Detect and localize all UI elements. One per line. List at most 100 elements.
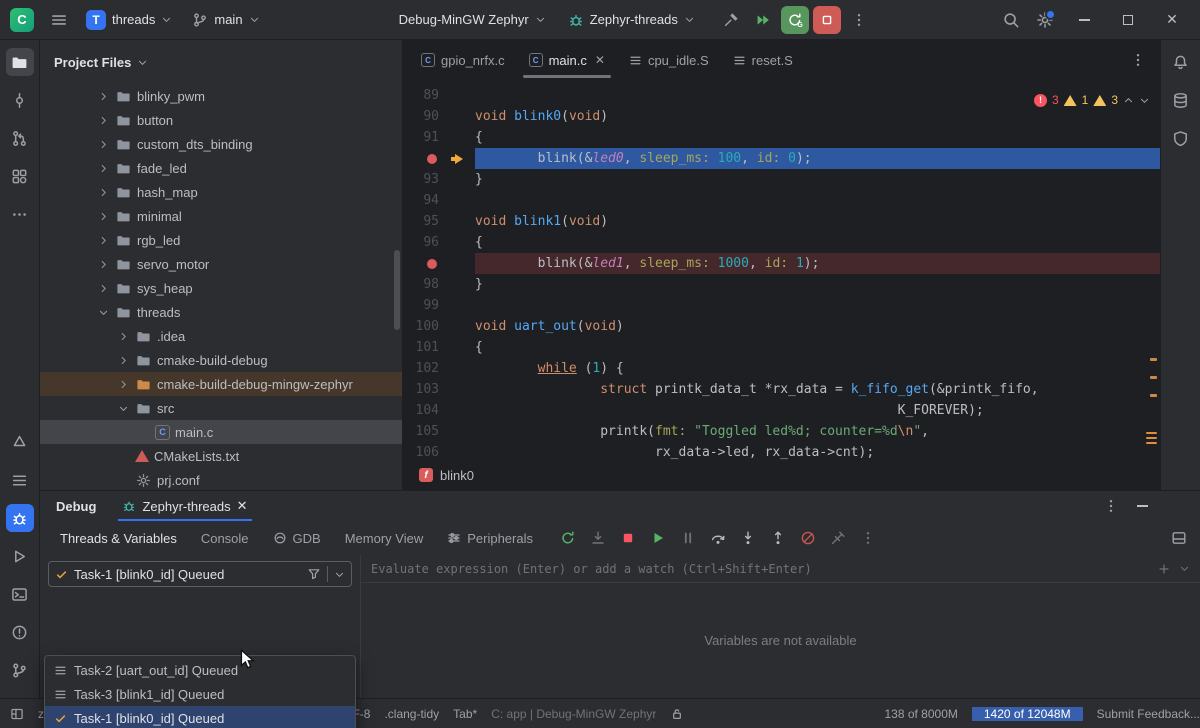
tree-item-.idea[interactable]: .idea xyxy=(40,324,402,348)
breakpoint-icon[interactable] xyxy=(427,259,437,269)
scrollbar-mark[interactable] xyxy=(1150,394,1157,397)
tree-item-threads[interactable]: threads xyxy=(40,300,402,324)
tree-item-cmake-build-debug[interactable]: cmake-build-debug xyxy=(40,348,402,372)
debug-tab-threads-variables[interactable]: Threads & Variables xyxy=(48,521,189,555)
thread-item-task-3[interactable]: Task-3 [blink1_id] Queued xyxy=(45,682,355,706)
scrollbar-mark[interactable] xyxy=(1146,437,1157,439)
tree-item-button[interactable]: button xyxy=(40,108,402,132)
scrollbar-mark[interactable] xyxy=(1146,432,1157,434)
debug-tab-peripherals[interactable]: Peripherals xyxy=(435,521,545,555)
tree-item-cmake-build-debug-mingw-zephyr[interactable]: cmake-build-debug-mingw-zephyr xyxy=(40,372,402,396)
tree-item-fade_led[interactable]: fade_led xyxy=(40,156,402,180)
project-widget[interactable]: T threads xyxy=(78,5,180,35)
pin-tool-button[interactable] xyxy=(6,428,34,456)
code-line-105[interactable]: 105 printk(fmt: "Toggled led%d; counter=… xyxy=(403,421,1160,442)
tree-item-main.c[interactable]: Cmain.c xyxy=(40,420,402,444)
ide-memory-indicator[interactable]: 138 of 8000M xyxy=(884,707,957,721)
tree-item-prj.conf[interactable]: prj.conf xyxy=(40,468,402,490)
breakpoint-gutter[interactable] xyxy=(403,148,451,169)
clear-button[interactable] xyxy=(825,525,851,551)
chevron-right-icon[interactable] xyxy=(116,377,130,391)
mute-breakpoints-button[interactable] xyxy=(795,525,821,551)
chevron-right-icon[interactable] xyxy=(96,113,110,127)
structure-tool-button[interactable] xyxy=(6,162,34,190)
scrollbar-mark[interactable] xyxy=(1146,442,1157,444)
breakpoint-gutter[interactable] xyxy=(403,253,451,274)
chevron-right-icon[interactable] xyxy=(96,89,110,103)
tree-item-servo_motor[interactable]: servo_motor xyxy=(40,252,402,276)
next-problem-icon[interactable] xyxy=(1139,95,1150,106)
debug-tab-gdb[interactable]: GDB xyxy=(261,521,333,555)
chevron-right-icon[interactable] xyxy=(96,161,110,175)
code-line-94[interactable]: 94 xyxy=(403,190,1160,211)
close-session-icon[interactable]: ✕ xyxy=(237,498,248,514)
indent-setting[interactable]: Tab* xyxy=(453,707,477,721)
code-line-98[interactable]: 98} xyxy=(403,274,1160,295)
submit-feedback-link[interactable]: Submit Feedback... xyxy=(1097,707,1200,721)
terminal-tool-button[interactable] xyxy=(6,580,34,608)
scrollbar-mark[interactable] xyxy=(1150,376,1157,379)
code-line-104[interactable]: 104 K_FOREVER); xyxy=(403,400,1160,421)
code-line-95[interactable]: 95void blink1(void) xyxy=(403,211,1160,232)
close-button[interactable]: ✕ xyxy=(1152,5,1192,35)
project-panel-header[interactable]: Project Files xyxy=(40,40,402,84)
thread-item-task-1[interactable]: Task-1 [blink0_id] Queued xyxy=(45,706,355,728)
search-everywhere-button[interactable] xyxy=(996,5,1026,35)
run-config-selector[interactable]: Zephyr-threads xyxy=(560,5,703,35)
debug-tab-memory-view[interactable]: Memory View xyxy=(333,521,436,555)
chevron-right-icon[interactable] xyxy=(116,329,130,343)
project-scrollbar-thumb[interactable] xyxy=(394,250,400,330)
tree-item-CMakeLists.txt[interactable]: CMakeLists.txt xyxy=(40,444,402,468)
step-into-button[interactable] xyxy=(735,525,761,551)
code-line-99[interactable]: 99 xyxy=(403,295,1160,316)
code-line-100[interactable]: 100void uart_out(void) xyxy=(403,316,1160,337)
chevron-right-icon[interactable] xyxy=(96,209,110,223)
code-line-92[interactable]: blink(&led0, sleep_ms: 100, id: 0); xyxy=(403,148,1160,169)
editor-tab-main.c[interactable]: Cmain.c✕ xyxy=(517,40,617,80)
chevron-down-icon[interactable] xyxy=(96,305,110,319)
code-line-97[interactable]: blink(&led1, sleep_ms: 1000, id: 1); xyxy=(403,253,1160,274)
tree-item-custom_dts_binding[interactable]: custom_dts_binding xyxy=(40,132,402,156)
device-memory-indicator[interactable]: 1420 of 12048M xyxy=(972,707,1083,721)
chevron-right-icon[interactable] xyxy=(96,233,110,247)
tab-options-icon[interactable] xyxy=(1130,52,1146,68)
breadcrumb-function[interactable]: blink0 xyxy=(440,468,474,483)
editor-tab-reset.S[interactable]: reset.S xyxy=(721,40,805,80)
code-line-101[interactable]: 101{ xyxy=(403,337,1160,358)
tree-item-minimal[interactable]: minimal xyxy=(40,204,402,228)
todo-tool-button[interactable] xyxy=(6,466,34,494)
chevron-right-icon[interactable] xyxy=(96,185,110,199)
build-button[interactable] xyxy=(717,6,745,34)
prev-problem-icon[interactable] xyxy=(1123,95,1134,106)
minimize-button[interactable] xyxy=(1064,5,1104,35)
code-line-93[interactable]: 93} xyxy=(403,169,1160,190)
commit-tool-button[interactable] xyxy=(6,86,34,114)
filter-icon[interactable] xyxy=(307,567,321,581)
editor-tab-cpu_idle.S[interactable]: cpu_idle.S xyxy=(617,40,721,80)
pause-button[interactable] xyxy=(675,525,701,551)
thread-selector-combo[interactable]: Task-1 [blink0_id] Queued xyxy=(48,561,352,587)
maximize-button[interactable] xyxy=(1108,5,1148,35)
add-watch-icon[interactable] xyxy=(1157,562,1171,576)
chevron-down-icon[interactable] xyxy=(116,401,130,415)
tree-item-src[interactable]: src xyxy=(40,396,402,420)
resume-button[interactable] xyxy=(645,525,671,551)
problems-widget[interactable]: ! 3 1 3 xyxy=(1034,90,1150,111)
run-tool-button[interactable] xyxy=(6,542,34,570)
problems-tool-button[interactable] xyxy=(6,618,34,646)
rerun-debug-button[interactable]: G xyxy=(781,6,809,34)
stop-session-button[interactable] xyxy=(615,525,641,551)
evaluate-expression-input[interactable]: Evaluate expression (Enter) or add a wat… xyxy=(361,555,1200,583)
inspection-profile[interactable]: .clang-tidy xyxy=(384,707,439,721)
thread-item-task-2[interactable]: Task-2 [uart_out_id] Queued xyxy=(45,658,355,682)
ide-logo-icon[interactable]: C xyxy=(10,8,34,32)
tree-item-blinky_pwm[interactable]: blinky_pwm xyxy=(40,84,402,108)
chevron-right-icon[interactable] xyxy=(116,353,130,367)
debug-tab-console[interactable]: Console xyxy=(189,521,261,555)
debug-tool-button[interactable] xyxy=(6,504,34,532)
layout-settings-button[interactable] xyxy=(1166,525,1192,551)
chevron-down-icon[interactable] xyxy=(1179,563,1190,574)
stop-button[interactable] xyxy=(813,6,841,34)
tree-item-hash_map[interactable]: hash_map xyxy=(40,180,402,204)
chevron-right-icon[interactable] xyxy=(96,137,110,151)
